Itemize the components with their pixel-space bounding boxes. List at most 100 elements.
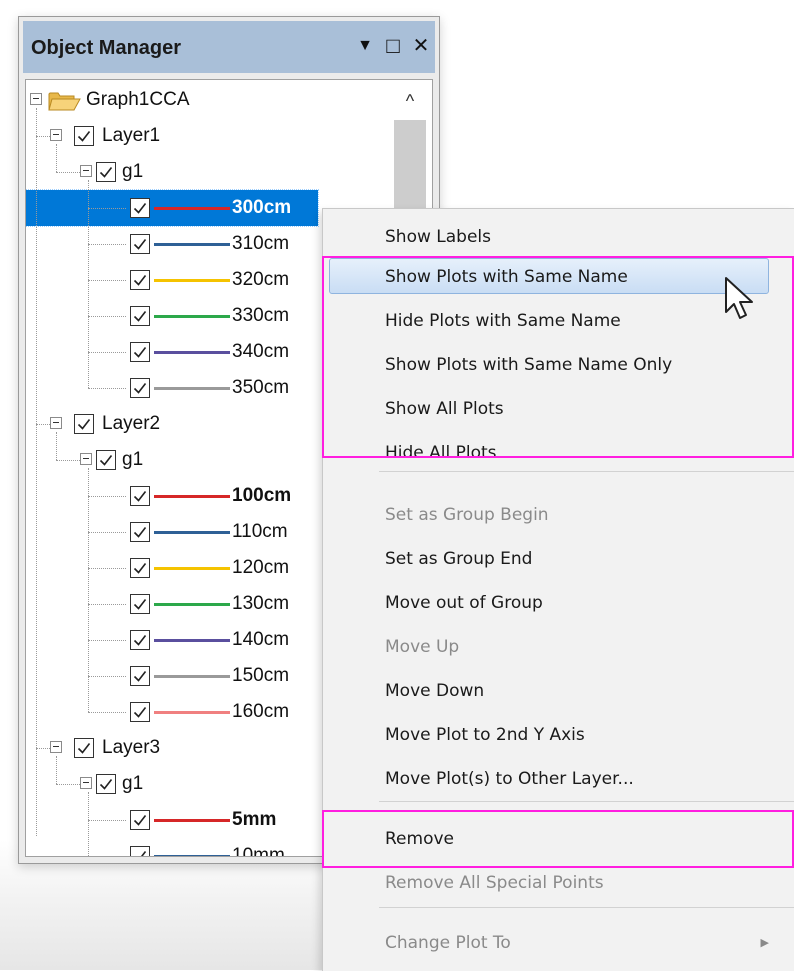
visibility-checkbox[interactable]: [130, 666, 150, 686]
collapse-toggle-icon[interactable]: [50, 417, 62, 429]
tree-connector: [36, 424, 50, 425]
visibility-checkbox[interactable]: [130, 198, 150, 218]
menu-item-label: Move Plot to 2nd Y Axis: [385, 725, 585, 745]
tree-item-label: 330cm: [232, 305, 290, 326]
menu-item-label: Set as Group Begin: [385, 505, 549, 525]
menu-item-set-as-group-begin[interactable]: Set as Group Begin: [323, 495, 794, 535]
visibility-checkbox[interactable]: [96, 774, 116, 794]
tree-connector: [56, 784, 80, 785]
menu-item-move-down[interactable]: Move Down: [323, 671, 794, 711]
visibility-checkbox[interactable]: [74, 414, 94, 434]
tree-item-label: 310cm: [232, 233, 290, 254]
tree-connector: [88, 712, 126, 713]
tree-item-label: 340cm: [232, 341, 290, 362]
collapse-toggle-icon[interactable]: [50, 741, 62, 753]
tree-item-label: Layer3: [102, 737, 161, 758]
tree-item-label: 160cm: [232, 701, 290, 722]
tree-connector: [88, 388, 126, 389]
plot-line-swatch: [154, 387, 230, 390]
submenu-arrow-icon: ▶: [760, 936, 769, 949]
tree-connector: [56, 432, 57, 460]
tree-connector: [56, 172, 80, 173]
collapse-toggle-icon[interactable]: [80, 165, 92, 177]
tree-connector: [88, 496, 126, 497]
tree-item-label: Graph1CCA: [86, 89, 190, 110]
tree-connector: [36, 748, 50, 749]
menu-item-move-plot-to-2nd-y-axis[interactable]: Move Plot to 2nd Y Axis: [323, 715, 794, 755]
menu-item-label: Change Plot To: [385, 933, 511, 953]
tree-item-label: g1: [122, 449, 144, 470]
menu-item-set-as-group-end[interactable]: Set as Group End: [323, 539, 794, 579]
plot-line-swatch: [154, 675, 230, 678]
tree-connector: [88, 316, 126, 317]
visibility-checkbox[interactable]: [130, 846, 150, 856]
visibility-checkbox[interactable]: [96, 450, 116, 470]
tree-connector: [56, 144, 57, 172]
visibility-checkbox[interactable]: [130, 306, 150, 326]
tree-connector: [88, 856, 126, 857]
tree-item-label: 140cm: [232, 629, 290, 650]
visibility-checkbox[interactable]: [74, 738, 94, 758]
menu-separator: [379, 801, 794, 802]
tree-item-group[interactable]: g1: [26, 154, 390, 190]
tree-item-label: Layer1: [102, 125, 161, 146]
menu-item-label: Move Down: [385, 681, 485, 701]
plot-line-swatch: [154, 819, 230, 822]
panel-titlebar[interactable]: Object Manager ▼ □ ✕: [23, 21, 435, 73]
visibility-checkbox[interactable]: [130, 594, 150, 614]
tree-connector: [88, 208, 126, 209]
plot-line-swatch: [154, 567, 230, 570]
tree-item-label: 350cm: [232, 377, 290, 398]
tree-connector: [88, 244, 126, 245]
tree-root-graph[interactable]: Graph1CCA: [26, 82, 390, 118]
visibility-checkbox[interactable]: [130, 342, 150, 362]
plot-line-swatch: [154, 495, 230, 498]
close-icon[interactable]: ✕: [407, 31, 435, 61]
menu-separator: [379, 907, 794, 908]
visibility-checkbox[interactable]: [130, 558, 150, 578]
menu-separator: [379, 471, 794, 472]
dropdown-icon[interactable]: ▼: [351, 31, 379, 61]
tree-connector: [88, 280, 126, 281]
tree-item-label: 150cm: [232, 665, 290, 686]
plot-line-swatch: [154, 243, 230, 246]
visibility-checkbox[interactable]: [130, 522, 150, 542]
menu-item-label: Move out of Group: [385, 593, 543, 613]
tree-item-label: 100cm: [232, 485, 292, 506]
visibility-checkbox[interactable]: [130, 630, 150, 650]
tree-connector: [88, 820, 126, 821]
plot-line-swatch: [154, 531, 230, 534]
menu-item-remove-all-special-points[interactable]: Remove All Special Points: [323, 863, 794, 903]
visibility-checkbox[interactable]: [130, 702, 150, 722]
visibility-checkbox[interactable]: [130, 378, 150, 398]
menu-item-move-out-of-group[interactable]: Move out of Group: [323, 583, 794, 623]
plot-line-swatch: [154, 279, 230, 282]
visibility-checkbox[interactable]: [74, 126, 94, 146]
plot-line-swatch: [154, 639, 230, 642]
collapse-toggle-icon[interactable]: [80, 453, 92, 465]
tree-item-label: 120cm: [232, 557, 290, 578]
plot-line-swatch: [154, 711, 230, 714]
menu-item-show-labels[interactable]: Show Labels: [323, 217, 794, 257]
scroll-up-icon[interactable]: ^: [390, 86, 430, 116]
collapse-toggle-icon[interactable]: [50, 129, 62, 141]
menu-item-move-up[interactable]: Move Up: [323, 627, 794, 667]
collapse-toggle-icon[interactable]: [30, 93, 42, 105]
maximize-icon[interactable]: □: [379, 31, 407, 61]
visibility-checkbox[interactable]: [130, 270, 150, 290]
mouse-cursor-icon: [725, 277, 753, 319]
visibility-checkbox[interactable]: [130, 234, 150, 254]
tree-item-layer[interactable]: Layer1: [26, 118, 390, 154]
menu-item-change-plot-to[interactable]: Change Plot To ▶: [323, 923, 794, 963]
collapse-toggle-icon[interactable]: [80, 777, 92, 789]
tree-connector: [88, 568, 126, 569]
menu-item-move-plot-s-to-other-layer[interactable]: Move Plot(s) to Other Layer...: [323, 759, 794, 799]
tree-item-label: 300cm: [232, 197, 292, 218]
visibility-checkbox[interactable]: [130, 486, 150, 506]
panel-title: Object Manager: [31, 37, 182, 59]
tree-connector: [88, 468, 89, 712]
visibility-checkbox[interactable]: [96, 162, 116, 182]
tree-connector: [36, 108, 37, 836]
visibility-checkbox[interactable]: [130, 810, 150, 830]
menu-item-label: Move Up: [385, 637, 460, 657]
